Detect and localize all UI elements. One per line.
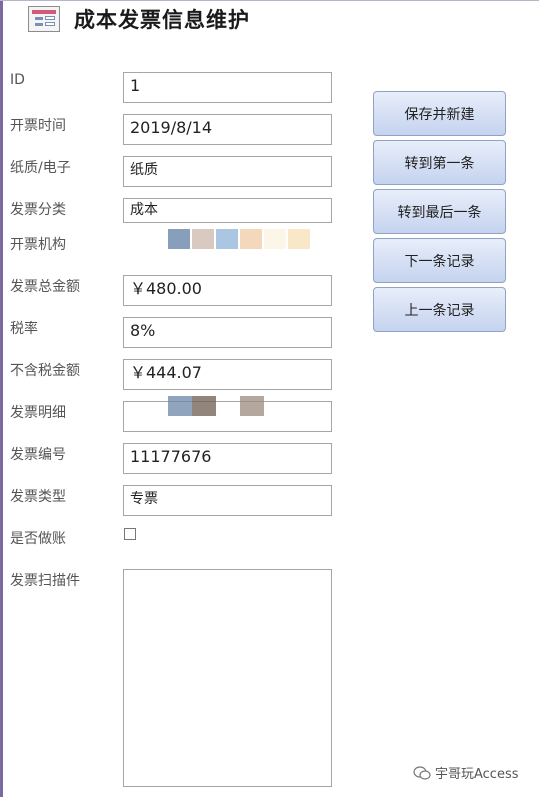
- label-time: 开票时间: [10, 118, 66, 134]
- net-field[interactable]: ￥444.07: [123, 359, 332, 390]
- form-icon: [28, 6, 60, 32]
- label-detail: 发票明细: [10, 405, 66, 421]
- id-field[interactable]: 1: [123, 72, 332, 103]
- next-record-button[interactable]: 下一条记录: [373, 238, 506, 283]
- tax-rate-field[interactable]: 8%: [123, 317, 332, 348]
- label-media: 纸质/电子: [10, 160, 71, 176]
- window-top-border: [0, 0, 539, 1]
- media-field[interactable]: 纸质: [123, 156, 332, 187]
- total-field[interactable]: ￥480.00: [123, 275, 332, 306]
- time-field[interactable]: 2019/8/14: [123, 114, 332, 145]
- detail-field[interactable]: [123, 396, 332, 432]
- posted-checkbox[interactable]: [124, 528, 136, 540]
- scan-attachment-box[interactable]: [123, 569, 332, 787]
- label-id: ID: [10, 72, 25, 88]
- label-posted: 是否做账: [10, 531, 66, 547]
- wechat-icon: [413, 765, 431, 780]
- label-category: 发票分类: [10, 202, 66, 218]
- label-type: 发票类型: [10, 489, 66, 505]
- save-and-new-button[interactable]: 保存并新建: [373, 91, 506, 136]
- label-issuer: 开票机构: [10, 237, 66, 253]
- type-field[interactable]: 专票: [123, 485, 332, 516]
- previous-record-button[interactable]: 上一条记录: [373, 287, 506, 332]
- label-number: 发票编号: [10, 447, 66, 463]
- window-left-border: [0, 0, 3, 797]
- label-scan: 发票扫描件: [10, 573, 80, 589]
- issuer-field[interactable]: [123, 226, 332, 257]
- watermark: 宇哥玩Access: [413, 763, 519, 782]
- category-field[interactable]: 成本: [123, 198, 332, 223]
- go-to-first-button[interactable]: 转到第一条: [373, 140, 506, 185]
- label-net: 不含税金额: [10, 363, 80, 379]
- label-total: 发票总金额: [10, 279, 80, 295]
- page-title: 成本发票信息维护: [74, 8, 250, 32]
- go-to-last-button[interactable]: 转到最后一条: [373, 189, 506, 234]
- number-field[interactable]: 11177676: [123, 443, 332, 474]
- label-tax-rate: 税率: [10, 321, 38, 337]
- watermark-text: 宇哥玩Access: [435, 767, 519, 782]
- form-header: 成本发票信息维护: [28, 4, 250, 34]
